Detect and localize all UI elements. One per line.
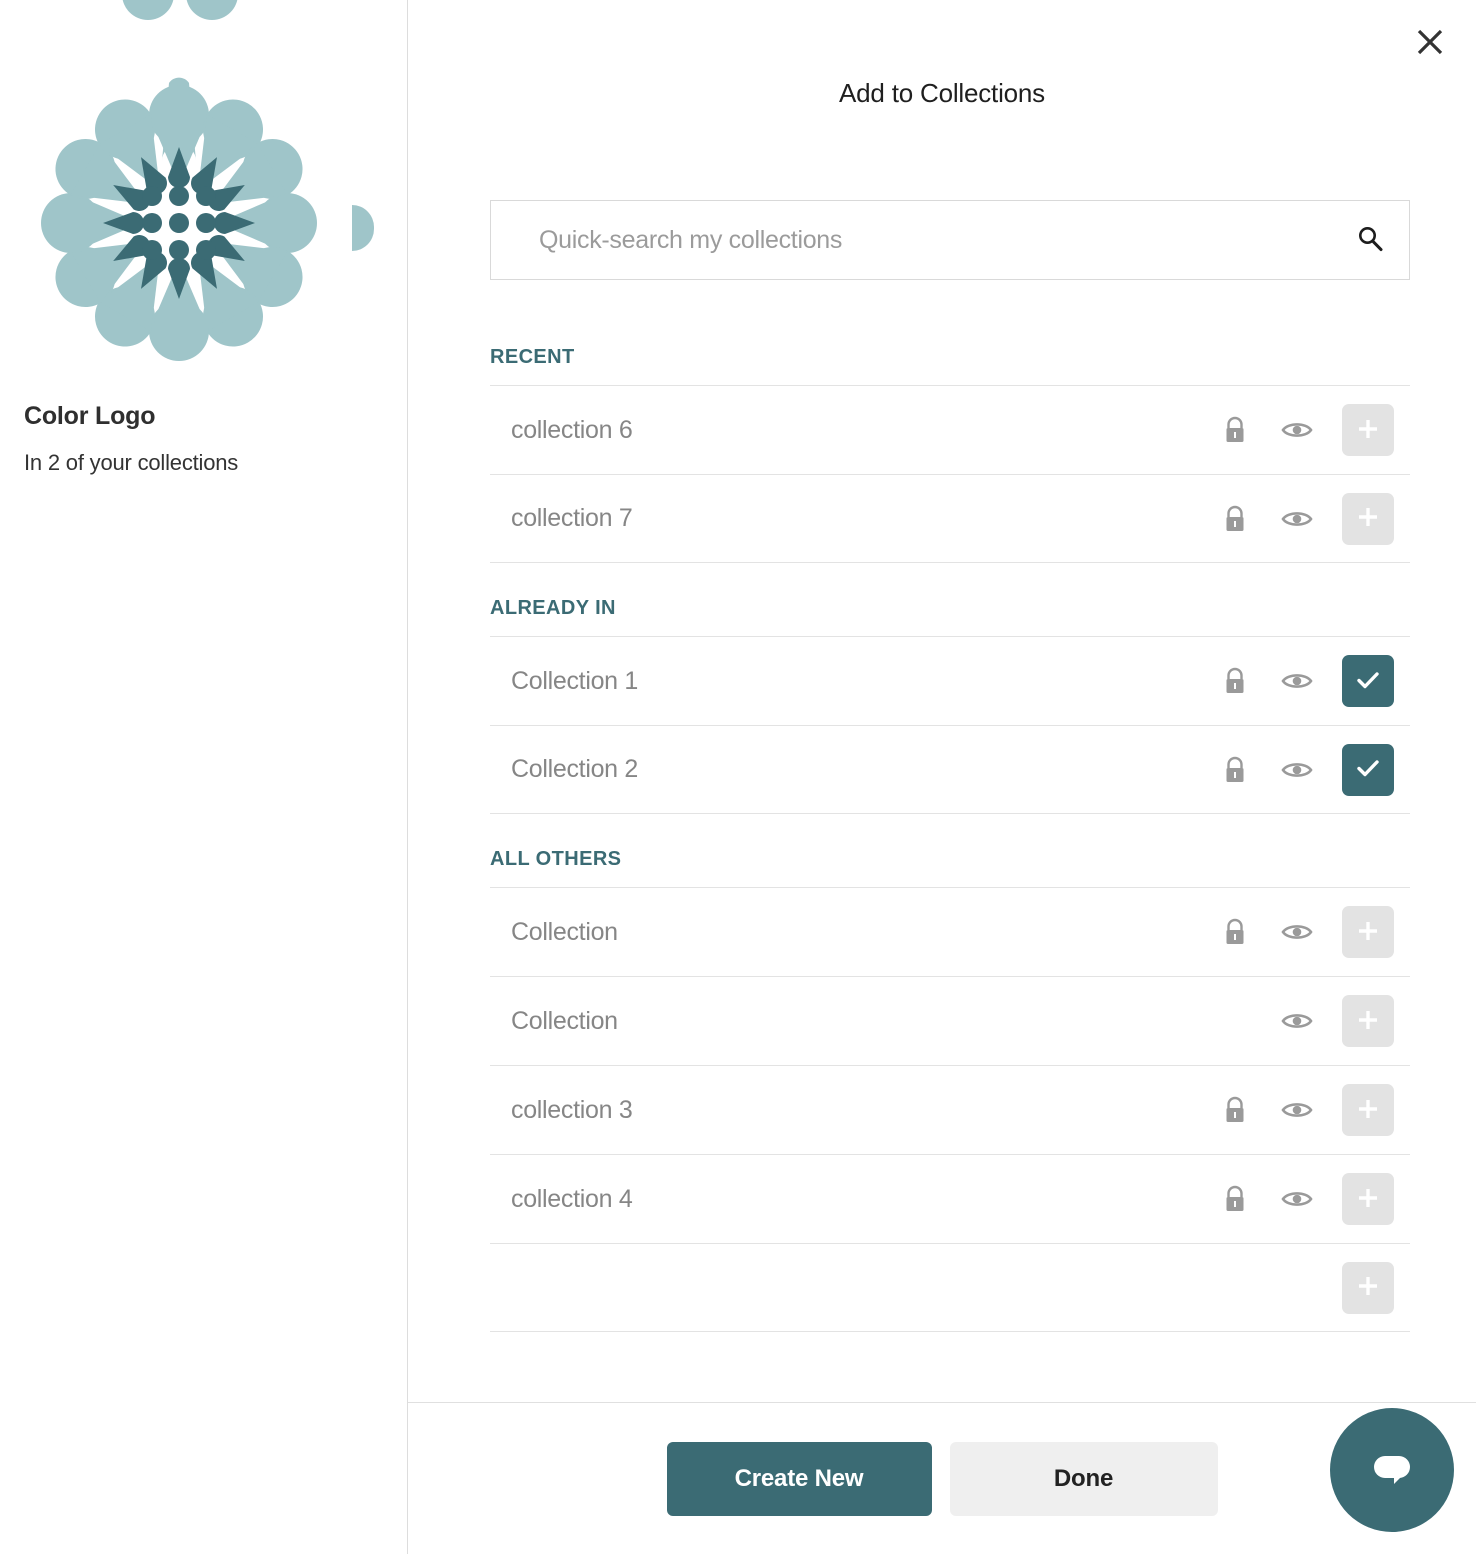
collection-name: Collection 2: [511, 755, 639, 783]
lock-icon: [1204, 650, 1266, 712]
add-to-collection-button[interactable]: [1342, 1173, 1394, 1225]
lock-icon: [1204, 901, 1266, 963]
add-to-collections-modal: Color Logo In 2 of your collections Add …: [0, 0, 1476, 1554]
search-button[interactable]: [1331, 201, 1409, 279]
plus-icon: [1355, 1273, 1381, 1302]
collection-row[interactable]: collection 4: [490, 1154, 1410, 1243]
collection-name: Collection 1: [511, 666, 639, 695]
close-icon: [1415, 27, 1445, 57]
item-title: Color Logo: [24, 402, 156, 430]
collections-dialog: Add to Collections RECENT collection 6: [408, 0, 1476, 1554]
adjacent-item-logo-partial: [352, 205, 374, 251]
check-icon: [1355, 667, 1381, 696]
search-icon: [1356, 225, 1384, 256]
add-to-collection-button[interactable]: [1342, 404, 1394, 456]
plus-icon: [1355, 504, 1381, 533]
create-new-button[interactable]: Create New: [666, 1441, 932, 1516]
collection-name: collection 3: [511, 1095, 633, 1124]
icon-slot-empty: [1204, 1257, 1266, 1319]
item-collection-count: In 2 of your collections: [24, 450, 239, 475]
add-to-collection-button[interactable]: [1342, 906, 1394, 958]
collection-row[interactable]: collection 3: [490, 1065, 1410, 1154]
eye-icon[interactable]: [1266, 488, 1328, 550]
eye-icon[interactable]: [1266, 990, 1328, 1052]
previous-item-logo-partial: [0, 0, 356, 58]
remove-from-collection-button[interactable]: [1342, 743, 1394, 796]
section-header: RECENT: [490, 346, 575, 368]
eye-icon[interactable]: [1266, 1168, 1328, 1230]
collection-row[interactable]: Collection 1: [490, 636, 1410, 725]
remove-from-collection-button[interactable]: [1342, 655, 1394, 707]
collections-section: ALREADY IN Collection 1 Collection 2: [490, 563, 1410, 814]
collection-name: collection 7: [511, 504, 633, 532]
collection-name: collection 6: [511, 415, 633, 444]
chat-support-button[interactable]: [1330, 1408, 1454, 1532]
add-to-collection-button[interactable]: [1342, 492, 1394, 545]
search-field-wrapper: [490, 200, 1410, 280]
dialog-title: Add to Collections: [839, 78, 1045, 108]
collection-name: Collection: [511, 1006, 618, 1035]
search-input[interactable]: [491, 225, 1331, 255]
add-to-collection-button[interactable]: [1342, 995, 1394, 1047]
lock-icon: [1204, 488, 1266, 550]
color-logo-image: [24, 68, 334, 378]
plus-icon: [1355, 416, 1381, 445]
eye-icon[interactable]: [1266, 901, 1328, 963]
collection-row[interactable]: collection 7: [490, 474, 1410, 563]
dialog-footer: Create New Done: [408, 1402, 1476, 1554]
collections-list[interactable]: RECENT collection 6 collection 7 ALREADY…: [490, 316, 1410, 1401]
eye-icon[interactable]: [1266, 739, 1328, 801]
eye-icon[interactable]: [1266, 1079, 1328, 1141]
close-button[interactable]: [1406, 18, 1454, 66]
icon-slot-empty: [1204, 990, 1266, 1052]
collections-section: ALL OTHERS Collection Collection collecti…: [490, 814, 1410, 1332]
collection-row[interactable]: [490, 1243, 1410, 1332]
plus-icon: [1355, 918, 1381, 947]
plus-icon: [1355, 1185, 1381, 1214]
collection-row[interactable]: Collection 2: [490, 725, 1410, 814]
collection-name: Collection: [511, 917, 618, 946]
lock-icon: [1204, 739, 1266, 801]
section-header: ALREADY IN: [490, 597, 616, 619]
add-to-collection-button[interactable]: [1342, 1084, 1394, 1136]
item-preview-panel: Color Logo In 2 of your collections: [0, 0, 408, 1554]
lock-icon: [1204, 1168, 1266, 1230]
collection-row[interactable]: Collection: [490, 976, 1410, 1065]
collection-row[interactable]: Collection: [490, 887, 1410, 976]
collections-section: RECENT collection 6 collection 7: [490, 316, 1410, 563]
eye-icon[interactable]: [1266, 399, 1328, 461]
lock-icon: [1204, 399, 1266, 461]
plus-icon: [1355, 1007, 1381, 1036]
collection-row[interactable]: collection 6: [490, 385, 1410, 474]
chat-bubble-icon: [1364, 1441, 1420, 1500]
section-header: ALL OTHERS: [490, 848, 622, 870]
collection-name: collection 4: [511, 1184, 633, 1213]
lock-icon: [1204, 1079, 1266, 1141]
plus-icon: [1355, 1096, 1381, 1125]
eye-icon[interactable]: [1266, 650, 1328, 712]
add-to-collection-button[interactable]: [1342, 1261, 1394, 1314]
icon-slot-empty: [1266, 1257, 1328, 1319]
check-icon: [1355, 755, 1381, 784]
done-button[interactable]: Done: [949, 1441, 1218, 1516]
